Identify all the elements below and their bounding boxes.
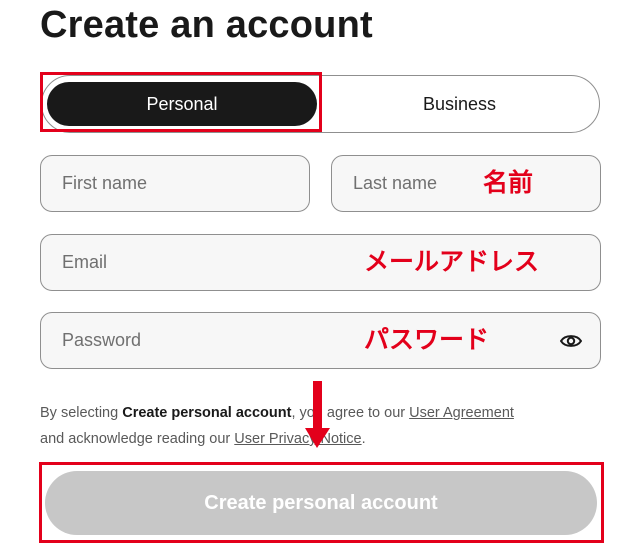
password-placeholder: Password xyxy=(62,330,142,350)
privacy-notice-link[interactable]: User Privacy Notice xyxy=(234,431,361,447)
last-name-field[interactable]: Last name xyxy=(331,155,601,212)
first-name-field[interactable]: First name xyxy=(40,155,310,212)
down-arrow-icon xyxy=(313,381,322,433)
arrow-head-icon xyxy=(305,428,330,448)
user-agreement-link[interactable]: User Agreement xyxy=(409,405,514,421)
eye-icon[interactable] xyxy=(560,333,582,349)
email-placeholder: Email xyxy=(62,252,108,272)
tab-business[interactable]: Business xyxy=(327,82,592,126)
legal-bold: Create personal account xyxy=(122,405,292,421)
password-field[interactable]: Password xyxy=(40,312,601,369)
annotation-email: メールアドレス xyxy=(364,247,540,276)
first-name-placeholder: First name xyxy=(62,173,148,193)
legal-prefix: By selecting xyxy=(40,405,123,421)
tab-personal[interactable]: Personal xyxy=(47,82,317,126)
legal-suffix: . xyxy=(361,431,366,447)
create-account-button[interactable]: Create personal account xyxy=(45,471,597,535)
annotation-name: 名前 xyxy=(483,168,534,197)
annotation-password: パスワード xyxy=(364,325,490,354)
page-title: Create an account xyxy=(40,4,373,46)
account-type-toggle: Personal Business xyxy=(41,75,600,133)
legal-line2-prefix: and acknowledge reading our xyxy=(40,431,235,447)
legal-middle: , you agree to our xyxy=(291,405,410,421)
last-name-placeholder: Last name xyxy=(353,173,438,193)
